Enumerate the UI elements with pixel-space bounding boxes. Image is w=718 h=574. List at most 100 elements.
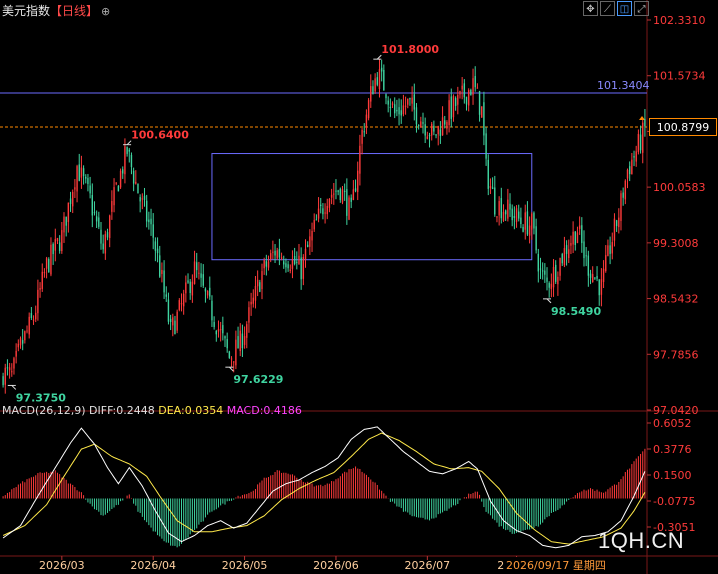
candle-body — [481, 106, 483, 118]
candle-body — [237, 336, 239, 349]
candle-body — [21, 340, 24, 344]
candle-body — [74, 187, 76, 190]
macd-dea-label: DEA:0.0354 — [158, 404, 224, 417]
candle-body — [391, 103, 394, 105]
candle-body — [591, 274, 594, 283]
candle-body — [435, 134, 437, 136]
candle-body — [250, 301, 252, 305]
candle-body — [637, 133, 640, 152]
candle-body — [24, 331, 26, 341]
candle-body — [439, 129, 442, 136]
candle-body — [426, 136, 429, 139]
candle-body — [642, 122, 644, 153]
candle-body — [504, 210, 507, 215]
time-tick-label: 2026/05 — [222, 559, 268, 572]
candle-body — [135, 181, 137, 184]
candle-body — [509, 203, 511, 210]
candle-body — [13, 358, 15, 369]
candle-body — [454, 98, 457, 106]
candle-body — [594, 277, 596, 279]
candle-body — [191, 281, 194, 296]
candle-body — [269, 253, 272, 260]
candle-body — [385, 94, 387, 99]
candle-body — [476, 87, 479, 89]
macd-tick-label: 0.3776 — [653, 443, 692, 456]
candle-body — [115, 182, 117, 184]
candle-body — [256, 279, 259, 287]
period-label[interactable]: 【日线】 — [50, 4, 98, 18]
candle-body — [154, 241, 157, 251]
low-annotation-label: 97.3750 — [16, 391, 66, 404]
macd-value-label: MACD:0.4186 — [226, 404, 302, 417]
candle-body — [263, 260, 265, 269]
candle-body — [596, 275, 598, 279]
gear-icon[interactable]: ⊕ — [101, 5, 110, 18]
candle-body — [444, 120, 446, 125]
high-annotation-label: 101.8000 — [381, 43, 439, 56]
candle-body — [246, 324, 248, 338]
candle-body — [639, 134, 642, 151]
crosshair-tool-icon[interactable]: ✥ — [583, 1, 598, 16]
candle-body — [620, 193, 622, 221]
candle-body — [41, 271, 43, 289]
consolidation-range-box — [211, 153, 533, 261]
candle-body — [605, 255, 607, 271]
candle-body — [100, 229, 102, 244]
candle-body — [528, 225, 531, 236]
candle-body — [206, 291, 209, 296]
candle-body — [226, 339, 228, 349]
candle-body — [113, 187, 115, 206]
candle-body — [398, 107, 400, 115]
candle-body — [235, 339, 237, 366]
candle-body — [430, 123, 433, 136]
candle-body — [108, 215, 111, 239]
candle-body — [2, 376, 4, 386]
candle-body — [463, 83, 466, 98]
price-tick-label: 101.5734 — [653, 70, 706, 83]
candle-body — [535, 226, 537, 251]
candle-body — [352, 189, 355, 201]
candle-body — [576, 232, 579, 244]
candle-body — [328, 198, 331, 208]
candle-body — [217, 329, 220, 332]
candle-body — [30, 313, 33, 319]
candle-body — [152, 224, 154, 238]
candle-body — [383, 69, 385, 91]
candle-body — [200, 273, 202, 278]
candle-body — [380, 67, 383, 72]
candle-body — [58, 242, 61, 251]
price-chart[interactable]: 102.3310101.5734100.8158100.058399.30089… — [0, 0, 718, 574]
candle-body — [311, 230, 313, 241]
candle-body — [48, 259, 50, 272]
candle-body — [95, 216, 98, 222]
candle-body — [544, 270, 546, 275]
candle-body — [483, 102, 485, 136]
candle-body — [241, 333, 244, 349]
instrument-title: 美元指数 — [2, 4, 51, 18]
macd-diff-label: DIFF:0.2448 — [89, 404, 155, 417]
candle-body — [611, 242, 613, 254]
macd-tick-label: 0.1500 — [653, 469, 692, 482]
candle-body — [239, 330, 241, 352]
draw-line-tool-icon[interactable]: ⟋ — [600, 1, 615, 16]
candle-body — [178, 300, 181, 310]
candle-body — [474, 76, 476, 88]
candle-body — [507, 199, 509, 219]
time-tick-label: 2026/06 — [313, 559, 359, 572]
low-marker-pointer — [546, 298, 552, 304]
candle-body — [539, 268, 542, 270]
candle-body — [141, 198, 144, 200]
candle-body — [572, 231, 574, 245]
candle-body — [511, 208, 513, 221]
layout-tool-icon[interactable]: ◫ — [617, 1, 632, 16]
candle-body — [291, 259, 294, 269]
chart-header: 美元指数【日线】 ⊕ — [2, 2, 110, 19]
candle-body — [422, 122, 424, 124]
candle-body — [174, 320, 176, 335]
expand-tool-icon[interactable]: ⤢ — [634, 1, 649, 16]
candle-body — [252, 297, 254, 304]
candle-body — [259, 282, 261, 292]
candle-body — [600, 279, 603, 295]
candle-body — [52, 243, 54, 255]
candle-body — [394, 104, 396, 114]
